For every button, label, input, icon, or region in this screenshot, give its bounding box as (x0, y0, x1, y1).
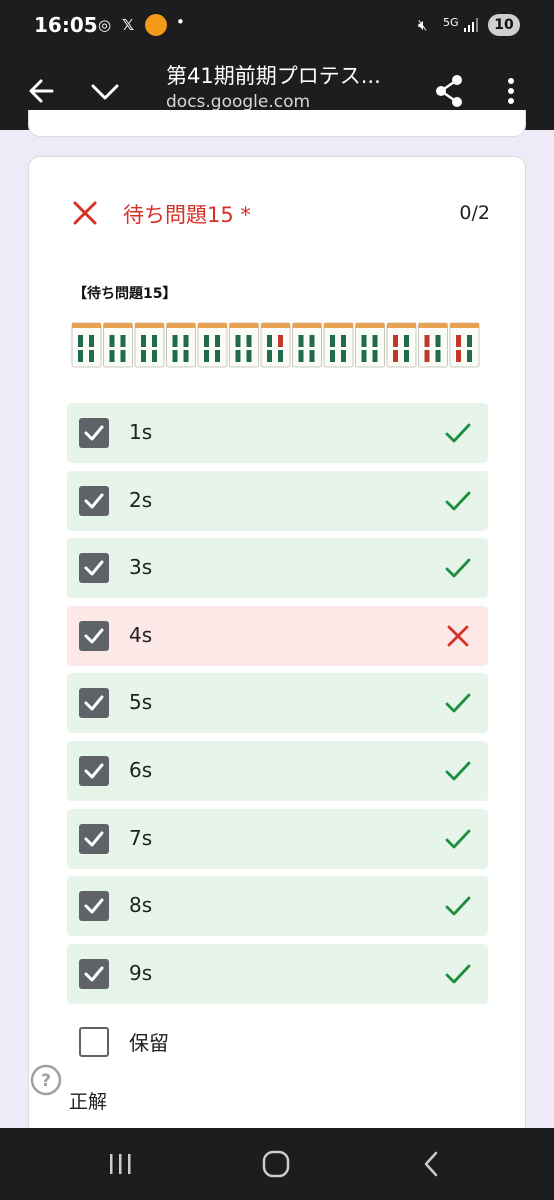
option-checkbox[interactable] (79, 756, 109, 786)
more-options-icon[interactable] (486, 66, 536, 116)
answer-option[interactable]: 3s (67, 538, 488, 599)
mahjong-tiles-image (71, 322, 480, 368)
correct-check-icon (444, 825, 472, 853)
option-checkbox[interactable] (79, 823, 109, 854)
option-label: 7s (129, 825, 153, 850)
option-checkbox[interactable] (79, 688, 109, 719)
answer-option[interactable]: 2s (67, 470, 488, 531)
question-title: 待ち問題15 * (123, 203, 251, 227)
x-icon: 𝕏 (122, 16, 135, 34)
option-checkbox[interactable] (79, 891, 109, 922)
incorrect-icon (73, 201, 97, 225)
previous-question-card (28, 110, 526, 137)
question-score: 0/2 (459, 202, 490, 224)
option-checkbox[interactable] (79, 958, 109, 989)
option-checkbox[interactable] (79, 485, 109, 516)
option-label: 4s (129, 622, 153, 647)
pending-checkbox[interactable] (79, 1027, 109, 1057)
svg-text:?: ? (41, 1071, 51, 1091)
option-checkbox[interactable] (79, 553, 109, 584)
app-icon (145, 14, 167, 36)
answer-label: 正解 (69, 1091, 108, 1113)
answer-option[interactable]: 4s (67, 605, 488, 666)
status-bar: 16:05 ◎ 𝕏 • 🔇︎ 5G 10 (0, 0, 554, 52)
option-label: 3s (129, 555, 153, 580)
pending-option-label: 保留 (129, 1031, 169, 1055)
correct-check-icon (444, 689, 472, 717)
mute-icon: 🔇︎ (418, 16, 428, 34)
back-nav-icon[interactable] (412, 1146, 452, 1182)
answer-option[interactable]: 1s (67, 403, 488, 463)
correct-check-icon (444, 757, 472, 785)
5g-icon: 5G (443, 16, 459, 29)
option-label: 6s (129, 758, 153, 782)
incorrect-x-icon (444, 622, 472, 650)
answer-option[interactable]: 7s (67, 808, 488, 869)
share-icon[interactable] (424, 66, 474, 116)
answer-option[interactable]: 6s (67, 741, 488, 801)
back-arrow-icon[interactable] (18, 66, 68, 116)
chevron-down-icon[interactable] (80, 66, 130, 116)
dot-icon: • (176, 13, 185, 31)
page-url: docs.google.com (166, 92, 311, 112)
chrome-icon: ◎ (98, 16, 112, 34)
option-label: 2s (129, 487, 153, 512)
answer-option[interactable]: 9s (67, 943, 488, 1004)
option-label: 9s (129, 960, 153, 985)
option-label: 1s (129, 420, 153, 444)
image-caption: 【待ち問題15】 (73, 286, 177, 302)
correct-check-icon (444, 554, 472, 582)
correct-check-icon (444, 487, 472, 515)
battery-indicator: 10 (488, 14, 520, 36)
answer-option[interactable]: 8s (67, 876, 488, 937)
help-icon[interactable]: ? (29, 1063, 63, 1097)
option-label: 8s (129, 893, 153, 918)
system-navigation-bar (0, 1128, 554, 1200)
page-title: 第41期前期プロテス... (166, 64, 381, 88)
pending-option[interactable]: 保留 (79, 1025, 479, 1065)
question-card: 待ち問題15 * 0/2 【待ち問題15】 1s 2s 3s 4s 5s 6s 7s 8s 9s… (28, 156, 526, 1158)
home-icon[interactable] (256, 1146, 296, 1182)
answer-option[interactable]: 5s (67, 673, 488, 734)
option-checkbox[interactable] (79, 620, 109, 651)
signal-icon (464, 18, 478, 32)
correct-check-icon (444, 960, 472, 988)
correct-check-icon (444, 419, 472, 447)
option-label: 5s (129, 690, 153, 715)
recent-apps-icon[interactable] (100, 1146, 140, 1182)
option-checkbox[interactable] (79, 418, 109, 448)
status-time: 16:05 (34, 13, 98, 37)
correct-check-icon (444, 892, 472, 920)
